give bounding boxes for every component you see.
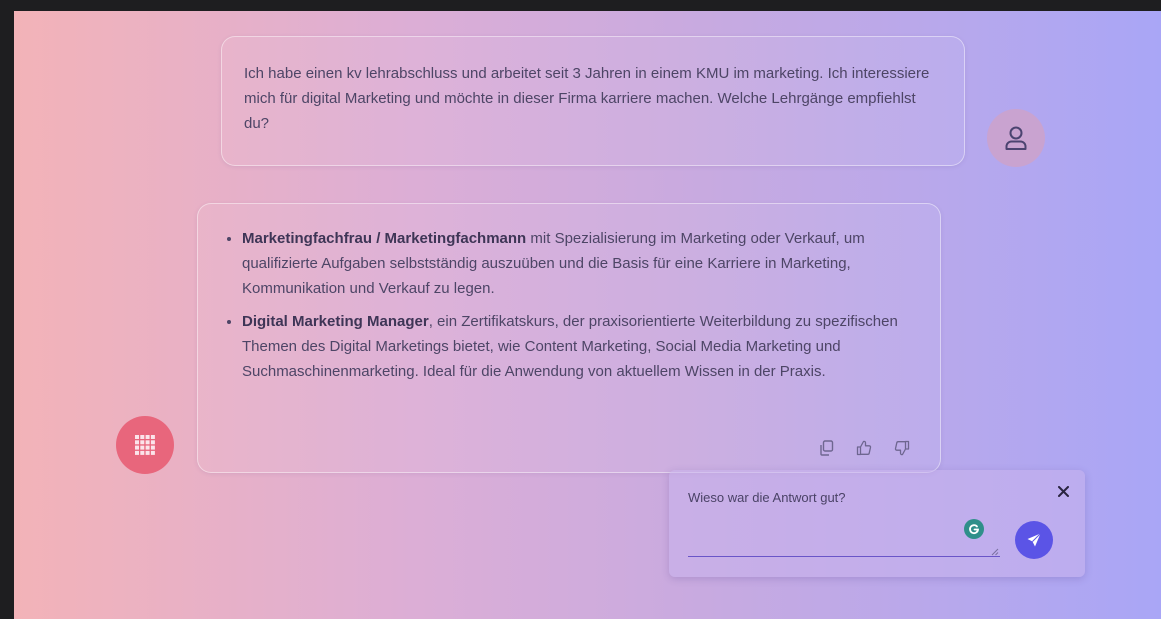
thumbs-up-icon — [856, 440, 872, 456]
copy-icon — [820, 440, 834, 456]
user-message-text: Ich habe einen kv lehrabschluss und arbe… — [244, 65, 930, 132]
bot-avatar — [116, 416, 174, 474]
feedback-input[interactable] — [688, 520, 1000, 557]
grid-icon — [135, 435, 155, 455]
grammarly-icon[interactable] — [964, 519, 984, 539]
list-item: Digital Marketing Manager, ein Zertifika… — [242, 309, 920, 384]
message-actions — [819, 440, 910, 456]
thumbs-up-button[interactable] — [856, 440, 872, 456]
user-icon — [1005, 126, 1027, 150]
recommendation-list: Marketingfachfrau / Marketingfachmann mi… — [220, 226, 920, 384]
copy-button[interactable] — [819, 440, 834, 456]
close-button[interactable] — [1058, 484, 1069, 502]
send-button[interactable] — [1015, 521, 1053, 559]
list-item-title: Marketingfachfrau / Marketingfachmann — [242, 230, 527, 247]
resize-grip-icon[interactable] — [991, 548, 999, 556]
user-message-bubble: Ich habe einen kv lehrabschluss und arbe… — [221, 36, 965, 166]
g-glyph-icon — [969, 524, 979, 535]
thumbs-down-icon — [894, 440, 910, 456]
user-avatar — [987, 109, 1045, 167]
bot-message-bubble: Marketingfachfrau / Marketingfachmann mi… — [197, 203, 941, 473]
thumbs-down-button[interactable] — [894, 440, 910, 456]
feedback-label: Wieso war die Antwort gut? — [688, 490, 846, 505]
list-item: Marketingfachfrau / Marketingfachmann mi… — [242, 226, 920, 301]
close-icon — [1058, 486, 1069, 497]
feedback-panel: Wieso war die Antwort gut? — [669, 470, 1085, 577]
chat-window: Ich habe einen kv lehrabschluss und arbe… — [14, 11, 1161, 619]
list-item-title: Digital Marketing Manager — [242, 313, 429, 330]
send-icon — [1027, 533, 1041, 547]
